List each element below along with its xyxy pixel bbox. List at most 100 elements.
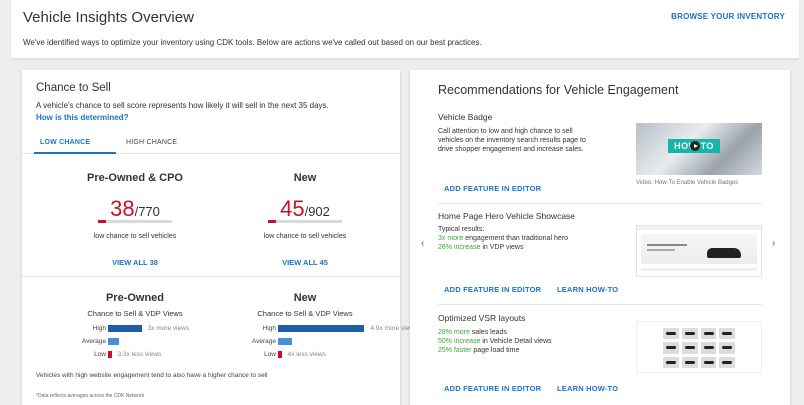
score-progress-bar <box>268 220 342 223</box>
thumb-nav-bar <box>637 226 761 230</box>
chance-to-sell-card: Chance to Sell A vehicle's chance to sel… <box>22 70 417 405</box>
bar-row-average: Average <box>38 338 218 346</box>
page-title: Vehicle Insights Overview <box>23 9 194 26</box>
bar-row-low: Low 4x less views <box>208 351 388 359</box>
rec-title: Home Page Hero Vehicle Showcase <box>438 211 576 221</box>
vsr-tile <box>719 342 735 354</box>
score-denominator: /902 <box>304 204 330 219</box>
hero-showcase-thumbnail <box>636 225 762 277</box>
vsr-tile <box>663 356 679 368</box>
score-progress-fill <box>268 220 276 223</box>
bar-label: Average <box>81 338 106 345</box>
result-text: in VDP views <box>480 244 524 251</box>
rec-divider <box>438 304 762 305</box>
score-caption: low chance to sell vehicles <box>93 233 177 240</box>
bar-row-high: High 3x more views <box>38 325 218 333</box>
result-text: sales leads <box>469 329 507 336</box>
bar-mark <box>108 325 142 332</box>
bar-mark <box>278 338 293 345</box>
vsr-tile <box>681 328 698 340</box>
data-footnote: *Data reflects averages across the CDK N… <box>36 393 145 399</box>
bar-label: Low <box>264 351 276 358</box>
thumb-text-line <box>647 244 687 246</box>
result-highlight: 28% more <box>438 329 470 336</box>
learn-how-to-hero-link[interactable]: LEARN HOW-TO <box>557 285 618 294</box>
bar-note: 4x less views <box>287 351 326 358</box>
views-title: New <box>293 292 317 304</box>
score-progress-fill <box>98 220 106 223</box>
view-all-preowned-button[interactable]: VIEW ALL 38 <box>60 258 210 267</box>
segment-title: New <box>293 172 317 184</box>
bar-label: Low <box>94 351 106 358</box>
browse-inventory-link[interactable]: BROWSE YOUR INVENTORY <box>671 12 785 21</box>
add-feature-hero-button[interactable]: ADD FEATURE IN EDITOR <box>444 285 541 294</box>
bar-label: Average <box>251 338 276 345</box>
vsr-tile <box>719 328 735 340</box>
vsr-tile <box>681 342 698 354</box>
score-value: 38/770 <box>60 196 210 222</box>
active-tab-indicator <box>34 152 116 154</box>
score-number: 45 <box>280 196 305 221</box>
result-text: engagement than traditional hero <box>463 235 568 242</box>
bar-mark <box>108 351 112 358</box>
rec-title: Vehicle Badge <box>438 112 493 122</box>
bar-note: 3.3x less views <box>117 351 162 358</box>
rec-divider <box>438 203 762 204</box>
section-divider <box>22 276 400 277</box>
score-progress-bar <box>98 220 172 223</box>
vsr-layout-thumbnail <box>636 321 762 373</box>
vsr-tile <box>700 356 717 368</box>
bar-mark <box>108 338 119 345</box>
add-feature-vsr-button[interactable]: ADD FEATURE IN EDITOR <box>444 384 541 393</box>
score-value: 45/902 <box>230 196 380 222</box>
vsr-tile <box>700 328 717 340</box>
chevron-left-icon[interactable]: ‹ <box>421 238 424 249</box>
how-determined-link[interactable]: How is this determined? <box>36 113 128 122</box>
views-subtitle: Chance to Sell & VDP Views <box>87 309 183 318</box>
vsr-tile <box>700 342 717 354</box>
tab-low-chance[interactable]: LOW CHANCE <box>40 139 90 146</box>
view-all-new-button[interactable]: VIEW ALL 45 <box>230 258 380 267</box>
bar-label: High <box>262 325 276 332</box>
vsr-tile <box>663 342 679 354</box>
result-highlight: 26% increase <box>438 244 481 251</box>
views-subtitle: Chance to Sell & VDP Views <box>257 309 353 318</box>
bar-label: High <box>92 325 106 332</box>
chance-tabs: LOW CHANCE HIGH CHANCE <box>22 131 400 154</box>
play-icon <box>690 141 700 151</box>
card-title-recommendations: Recommendations for Vehicle Engagement <box>438 83 679 97</box>
chance-description: A vehicle's chance to sell score represe… <box>36 101 329 110</box>
score-denominator: /770 <box>134 204 160 219</box>
score-number: 38 <box>110 196 135 221</box>
engagement-footnote: Vehicles with high website engagement te… <box>36 372 268 379</box>
vsr-tile <box>719 356 735 368</box>
vsr-tile <box>681 356 698 368</box>
car-icon <box>707 248 741 258</box>
add-feature-badge-button[interactable]: ADD FEATURE IN EDITOR <box>444 184 541 193</box>
card-title-chance-to-sell: Chance to Sell <box>36 82 111 94</box>
bar-mark <box>278 351 282 358</box>
how-to-video-thumbnail[interactable]: HOW TO <box>636 123 762 175</box>
thumb-footer <box>641 268 757 271</box>
vsr-tile <box>663 328 679 340</box>
bar-row-average: Average <box>208 338 388 346</box>
result-text: in Vehicle Detail views <box>480 338 552 345</box>
result-highlight: 25% faster <box>438 347 472 354</box>
score-caption: low chance to sell vehicles <box>263 233 347 240</box>
vsr-grid <box>663 328 735 368</box>
bar-note: 3x more views <box>147 325 190 332</box>
chevron-right-icon[interactable]: › <box>772 238 775 249</box>
video-caption: Video: How-To Enable Vehicle Badges <box>636 180 739 186</box>
learn-how-to-vsr-link[interactable]: LEARN HOW-TO <box>557 384 618 393</box>
segment-title: Pre-Owned & CPO <box>87 172 183 184</box>
result-highlight: 50% increase <box>438 338 481 345</box>
bar-row-low: Low 3.3x less views <box>38 351 218 359</box>
page-description: We've identified ways to optimize your i… <box>23 38 482 47</box>
page-header: Vehicle Insights Overview BROWSE YOUR IN… <box>11 0 799 59</box>
tab-high-chance[interactable]: HIGH CHANCE <box>126 139 177 146</box>
thumb-text-line <box>647 249 675 251</box>
result-text: page load time <box>471 347 520 354</box>
result-highlight: 3x more <box>438 235 464 242</box>
bar-mark <box>278 325 365 332</box>
bar-row-high: High 4.9x more views <box>208 325 417 333</box>
